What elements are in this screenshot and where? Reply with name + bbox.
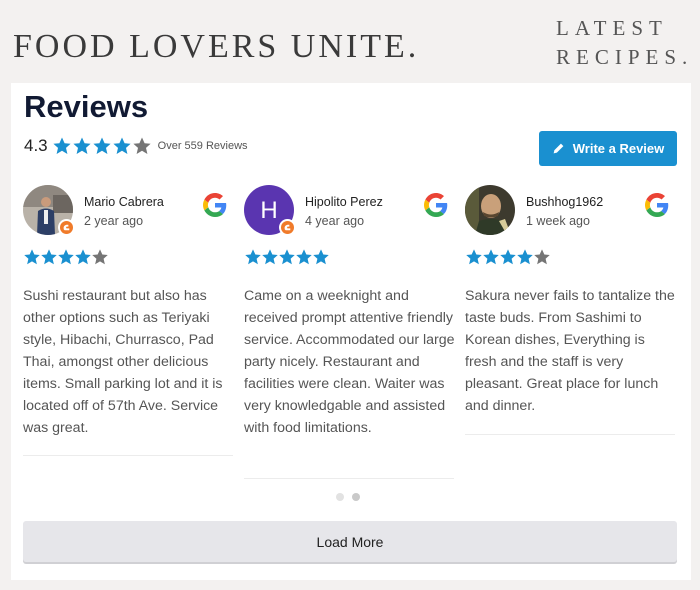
reviewer-photo: [465, 185, 515, 235]
star-filled-icon: [500, 249, 516, 265]
star-filled-icon: [53, 137, 71, 154]
reviewer-badge-icon: [279, 219, 296, 236]
card-divider: [244, 478, 454, 479]
reviewer-name[interactable]: Mario Cabrera: [84, 195, 164, 209]
star-filled-icon: [517, 249, 533, 265]
star-filled-icon: [75, 249, 91, 265]
star-filled-icon: [113, 137, 131, 154]
average-rating: 4.3: [24, 136, 48, 155]
review-text: Came on a weeknight and received prompt …: [244, 288, 455, 436]
svg-text:H: H: [260, 197, 277, 224]
summary-stars: [52, 136, 152, 156]
review-stars: [465, 248, 550, 266]
review-text: Sakura never fails to tantalize the tast…: [465, 288, 675, 414]
reviewer-avatar: [465, 185, 515, 235]
site-title[interactable]: FOOD LOVERS UNITE.: [13, 28, 419, 66]
star-empty-icon: [534, 249, 550, 265]
carousel-dot[interactable]: [336, 493, 344, 501]
review-time: 2 year ago: [84, 214, 144, 228]
carousel-dot[interactable]: [352, 493, 360, 501]
google-icon: [645, 193, 669, 217]
rating-summary: 4.3 Over 559 Reviews: [24, 136, 248, 156]
reviewer-name[interactable]: Bushhog1962: [526, 195, 603, 209]
google-icon: [424, 193, 448, 217]
star-filled-icon: [93, 137, 111, 154]
reviewer-name[interactable]: Hipolito Perez: [305, 195, 383, 209]
star-filled-icon: [279, 249, 295, 265]
star-filled-icon: [245, 249, 261, 265]
nav-link-recipes[interactable]: RECIPES.: [556, 43, 696, 72]
reviewer-avatar: [23, 185, 75, 236]
star-filled-icon: [58, 249, 74, 265]
review-time: 4 year ago: [305, 214, 365, 228]
star-empty-icon: [92, 249, 108, 265]
review-stars: [23, 248, 108, 266]
load-more-button[interactable]: Load More: [23, 521, 677, 562]
pencil-icon: [553, 143, 564, 154]
review-time: 1 week ago: [526, 214, 590, 228]
write-review-button[interactable]: Write a Review: [539, 131, 677, 166]
reviewer-avatar: H: [244, 185, 296, 236]
star-filled-icon: [296, 249, 312, 265]
star-filled-icon: [262, 249, 278, 265]
star-filled-icon: [483, 249, 499, 265]
star-filled-icon: [24, 249, 40, 265]
review-stars: [244, 248, 329, 266]
write-review-label: Write a Review: [572, 141, 665, 156]
star-filled-icon: [466, 249, 482, 265]
card-divider: [23, 455, 233, 456]
card-divider: [465, 434, 675, 435]
review-count: Over 559 Reviews: [157, 140, 248, 152]
reviews-heading: Reviews: [24, 89, 149, 124]
star-filled-icon: [41, 249, 57, 265]
review-text: Sushi restaurant but also has other opti…: [23, 288, 223, 436]
site-nav: LATEST RECIPES.: [556, 14, 696, 72]
star-empty-icon: [133, 137, 151, 154]
google-icon: [203, 193, 227, 217]
reviewer-badge-icon: [58, 219, 75, 236]
star-filled-icon: [73, 137, 91, 154]
nav-link-latest[interactable]: LATEST: [556, 14, 696, 43]
star-filled-icon: [313, 249, 329, 265]
reviews-widget: Reviews 4.3 Over 559 Reviews Write a Rev…: [11, 83, 691, 580]
carousel-pagination: [336, 493, 360, 501]
